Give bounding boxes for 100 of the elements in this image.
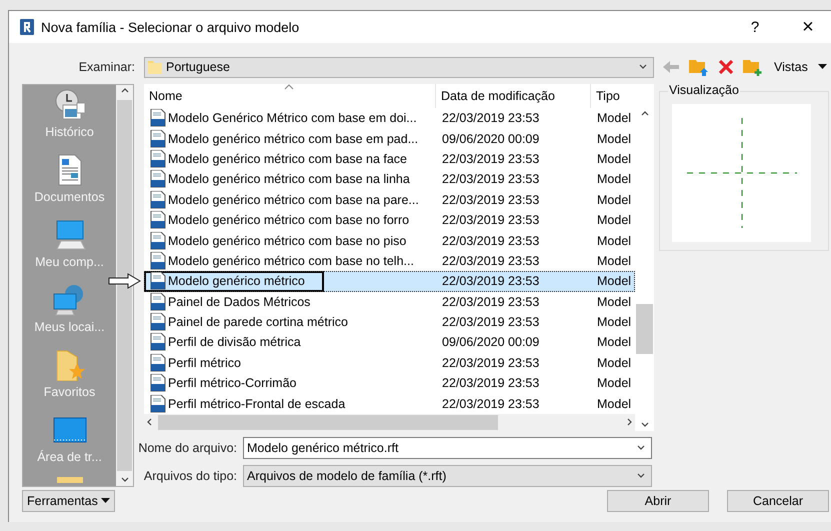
file-name: Perfil métrico	[168, 356, 241, 370]
file-name: Modelo genérico métrico com base na linha	[168, 172, 410, 186]
file-date: 22/03/2019 23:53	[442, 111, 540, 126]
file-type: Model	[597, 111, 632, 126]
file-date: 22/03/2019 23:53	[442, 294, 540, 309]
file-row[interactable]: Modelo genérico métrico com base no telh... 22/03/2019 23:53 Model	[144, 250, 635, 272]
folder-icon[interactable]	[56, 477, 82, 483]
file-row[interactable]: Perfil métrico-Frontal de escada 22/03/2019 23:53 Model	[144, 393, 635, 414]
rft-file-icon	[150, 354, 166, 372]
rft-file-icon	[150, 272, 166, 290]
file-type: Model	[597, 234, 632, 248]
file-row[interactable]: Modelo genérico métrico com base no piso 22/03/2019 23:53 Model	[144, 230, 635, 251]
rft-file-icon	[150, 292, 166, 311]
rft-file-icon	[150, 374, 166, 392]
file-row[interactable]: Modelo genérico métrico com base em pad... 09/06/2020 00:09 Model	[144, 128, 635, 149]
file-type: Model	[597, 335, 632, 350]
file-type: Model	[597, 213, 632, 228]
file-date: 22/03/2019 23:53	[442, 234, 540, 248]
back-arrow-icon[interactable]	[662, 60, 680, 74]
column-header[interactable]: Tipo	[591, 84, 635, 108]
sort-ascending-icon	[284, 84, 294, 90]
file-name-label: Nome do arquivo:	[137, 440, 238, 455]
file-name-field[interactable]: Modelo genérico métrico.rft	[243, 436, 652, 459]
file-row[interactable]: Perfil métrico 22/03/2019 23:53 Model	[144, 352, 635, 374]
file-type: Model	[597, 396, 632, 411]
rft-file-icon	[150, 130, 166, 148]
folder-up-icon[interactable]	[689, 58, 709, 76]
app-logo-icon	[20, 19, 34, 35]
file-type: Model	[597, 152, 632, 166]
file-row[interactable]: Modelo genérico métrico com base na pare... 22/03/2019 23:53 Model	[144, 190, 635, 210]
file-date: 22/03/2019 23:53	[442, 172, 540, 186]
file-name: Modelo genérico métrico com base na face	[168, 152, 408, 166]
file-type: Model	[597, 192, 632, 207]
delete-icon[interactable]	[718, 59, 734, 75]
rft-file-icon	[150, 150, 166, 168]
rft-file-icon	[150, 333, 166, 352]
scroll-thumb[interactable]	[117, 100, 132, 471]
file-type-label: Arquivos do tipo:	[142, 468, 238, 483]
file-type-dropdown[interactable]: Arquivos de modelo de família (*.rft)	[243, 464, 652, 487]
column-header[interactable]: Nome	[144, 84, 436, 108]
file-type: Model	[597, 172, 632, 186]
window-title: Nova família - Selecionar o arquivo modelo	[41, 20, 300, 34]
column-header[interactable]: Data de modificação	[436, 84, 591, 108]
file-type: Model	[597, 132, 632, 146]
file-date: 09/06/2020 00:09	[442, 335, 540, 350]
scroll-thumb[interactable]	[636, 304, 653, 354]
rft-file-icon	[150, 394, 166, 413]
file-date: 22/03/2019 23:53	[442, 396, 540, 411]
file-date: 22/03/2019 23:53	[442, 152, 540, 166]
file-date: 22/03/2019 23:53	[442, 274, 540, 288]
file-name: Modelo genérico métrico com base no forro	[168, 213, 410, 228]
file-type: Model	[597, 294, 632, 309]
scroll-thumb[interactable]	[158, 414, 498, 430]
file-date: 22/03/2019 23:53	[442, 213, 540, 228]
look-in-dropdown[interactable]: Portuguese	[144, 56, 654, 78]
new-folder-icon[interactable]	[743, 58, 763, 76]
file-row[interactable]: Perfil métrico-Corrimão 22/03/2019 23:53 Model	[144, 373, 635, 394]
file-row[interactable]: Modelo genérico métrico com base no forro 22/03/2019 23:53 Model	[144, 210, 635, 230]
clock-picture-icon[interactable]	[52, 89, 86, 121]
file-name: Modelo Genérico Métrico com base em doi...	[168, 111, 417, 126]
file-name: Modelo genérico métrico com base no telh...	[168, 254, 414, 268]
file-name: Modelo genérico métrico	[168, 274, 305, 288]
file-name: Perfil métrico-Frontal de escada	[168, 396, 346, 411]
file-type: Model	[597, 376, 632, 390]
file-type: Model	[597, 254, 632, 268]
file-row[interactable]: Modelo Genérico Métrico com base em doi... 22/03/2019 23:53 Model	[144, 108, 635, 128]
help-button[interactable]: ?	[732, 11, 778, 43]
cancel-button[interactable]: Cancelar	[727, 490, 829, 512]
rft-file-icon	[150, 211, 166, 230]
file-type: Model	[597, 274, 632, 288]
rft-file-icon	[150, 190, 166, 209]
group-title: Visualização	[668, 83, 740, 97]
file-row[interactable]: Perfil de divisão métrica 09/06/2020 00:09 Model	[144, 332, 635, 353]
tools-button[interactable]: Ferramentas	[22, 490, 115, 512]
rft-file-icon	[150, 252, 166, 270]
look-in-label: Examinar:	[78, 60, 136, 74]
file-row[interactable]: Painel de parede cortina métrico 22/03/2019 23:53 Model	[144, 312, 635, 332]
close-button[interactable]: ×	[785, 11, 831, 43]
views-menu[interactable]: Vistas	[774, 60, 827, 74]
file-date: 22/03/2019 23:53	[442, 254, 540, 268]
scrollbar[interactable]	[144, 414, 635, 431]
open-button[interactable]: Abrir	[607, 490, 709, 512]
rft-file-icon	[150, 232, 166, 250]
file-name: Painel de Dados Métricos	[168, 294, 310, 309]
rft-file-icon	[150, 170, 166, 188]
file-row[interactable]: Painel de Dados Métricos 22/03/2019 23:53 Model	[144, 292, 635, 312]
folder-icon	[148, 60, 162, 74]
file-date: 22/03/2019 23:53	[442, 376, 540, 390]
caret-down-icon	[101, 498, 110, 504]
file-date: 22/03/2019 23:53	[442, 315, 540, 330]
rft-file-icon	[150, 109, 166, 128]
file-row[interactable]: Modelo genérico métrico com base na face 22/03/2019 23:53 Model	[144, 148, 635, 170]
file-name: Perfil métrico-Corrimão	[168, 376, 296, 390]
file-name: Painel de parede cortina métrico	[168, 315, 348, 330]
file-date: 09/06/2020 00:09	[442, 132, 540, 146]
file-name: Perfil de divisão métrica	[168, 335, 301, 350]
file-name: Modelo genérico métrico com base no piso	[168, 234, 406, 248]
file-row[interactable]: Modelo genérico métrico com base na linha 22/03/2019 23:53 Model	[144, 169, 635, 190]
file-type: Model	[597, 356, 632, 370]
pointer-arrow-icon	[108, 273, 142, 290]
